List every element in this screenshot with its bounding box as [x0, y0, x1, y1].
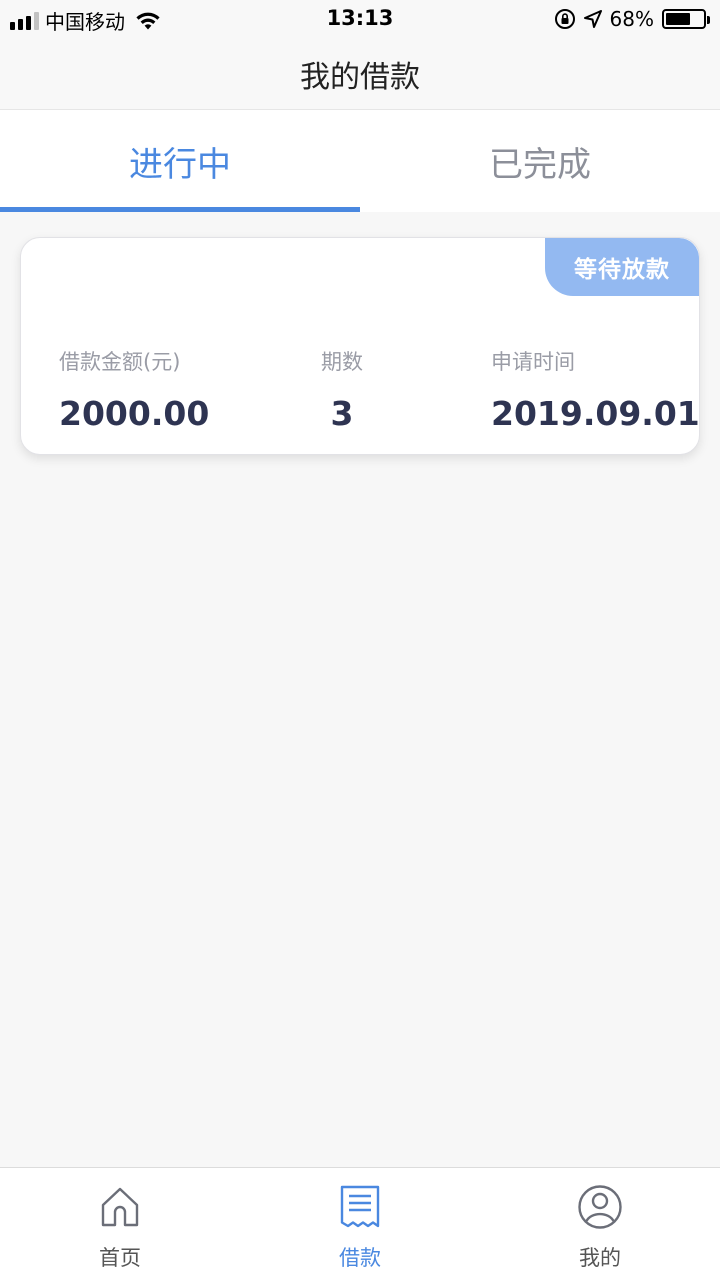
status-bar: 中国移动 13:13 68% — [0, 0, 720, 38]
tab-in-progress[interactable]: 进行中 — [0, 110, 360, 212]
loan-terms-value: 3 — [330, 394, 354, 433]
nav-header: 我的借款 — [0, 38, 720, 110]
loan-date-label: 申请时间 — [491, 350, 575, 374]
status-badge: 等待放款 — [545, 238, 699, 296]
loan-terms-label: 期数 — [321, 350, 363, 374]
screen: 中国移动 13:13 68% 我的借款 进行中 已完成 等待放款 借款金额(元)… — [0, 0, 720, 1280]
nav-label-home: 首页 — [99, 1246, 141, 1270]
nav-label-loan: 借款 — [339, 1246, 381, 1270]
loan-terms-column: 期数 3 — [319, 346, 365, 433]
battery-percent: 68% — [609, 7, 654, 31]
loan-amount-column: 借款金额(元) 2000.00 — [59, 346, 209, 433]
page-title: 我的借款 — [300, 59, 420, 95]
battery-icon — [662, 9, 710, 29]
user-icon — [578, 1185, 622, 1229]
nav-item-loan[interactable]: 借款 — [240, 1168, 480, 1280]
loan-amount-label: 借款金额(元) — [59, 350, 181, 374]
loan-date-value: 2019.09.01 — [491, 394, 700, 433]
home-icon — [101, 1187, 139, 1227]
battery-level — [666, 13, 691, 25]
loan-tabs: 进行中 已完成 — [0, 110, 720, 212]
tab-completed[interactable]: 已完成 — [360, 110, 720, 212]
loan-date-column: 申请时间 2019.09.01 — [491, 346, 700, 433]
status-right: 68% — [554, 7, 710, 31]
nav-item-home[interactable]: 首页 — [0, 1168, 240, 1280]
nav-item-mine[interactable]: 我的 — [480, 1168, 720, 1280]
nav-label-mine: 我的 — [579, 1246, 621, 1270]
loan-card[interactable]: 等待放款 借款金额(元) 2000.00 期数 3 申请时间 2019.09.0… — [20, 237, 700, 455]
receipt-icon — [340, 1185, 380, 1228]
rotation-lock-icon — [554, 9, 575, 29]
location-arrow-icon — [583, 10, 602, 28]
bottom-nav: 首页 借款 我的 — [0, 1167, 720, 1280]
loan-amount-value: 2000.00 — [59, 394, 210, 433]
